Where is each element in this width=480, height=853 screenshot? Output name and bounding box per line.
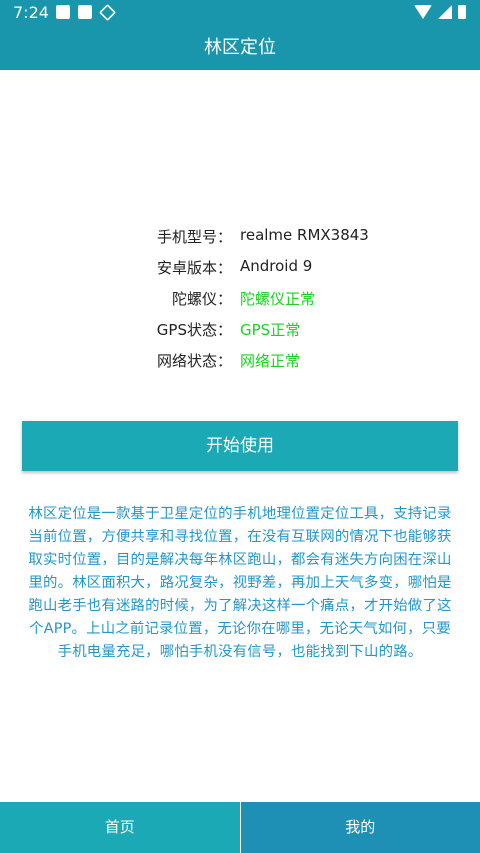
- app-bar: 林区定位: [0, 25, 480, 70]
- system-icons: [414, 5, 466, 19]
- info-row-gyroscope: 陀螺仪： 陀螺仪正常: [0, 282, 480, 313]
- gps-status: GPS正常: [240, 321, 301, 339]
- network-status: 网络正常: [240, 352, 301, 370]
- model-label: 手机型号：: [156, 228, 232, 246]
- wifi-icon: [414, 5, 432, 19]
- tab-home[interactable]: 首页: [0, 802, 241, 853]
- info-row-network: 网络状态： 网络正常: [0, 344, 480, 375]
- gyroscope-status: 陀螺仪正常: [240, 290, 316, 308]
- gyroscope-label: 陀螺仪：: [171, 290, 232, 308]
- cube-icon: [99, 4, 116, 21]
- network-label: 网络状态：: [156, 352, 232, 370]
- image-icon: [56, 5, 70, 19]
- tab-mine[interactable]: 我的: [240, 802, 480, 853]
- signal-icon: [438, 5, 452, 19]
- app-description: 林区定位是一款基于卫星定位的手机地理位置定位工具，支持记录当前位置，方便共享和寻…: [28, 506, 452, 660]
- gps-label: GPS状态：: [156, 321, 232, 339]
- android-version-value: Android 9: [240, 257, 313, 275]
- app-notification-icon: [78, 5, 92, 19]
- android-version-label: 安卓版本：: [156, 259, 232, 277]
- info-row-gps: GPS状态： GPS正常: [0, 313, 480, 344]
- battery-icon: [458, 5, 466, 19]
- page-title: 林区定位: [204, 37, 276, 58]
- notification-icons: [56, 4, 116, 21]
- device-info: 手机型号： realme RMX3843 安卓版本： Android 9 陀螺仪…: [0, 220, 480, 375]
- status-bar: 7:24: [0, 0, 480, 25]
- info-row-model: 手机型号： realme RMX3843: [0, 220, 480, 251]
- status-time: 7:24: [13, 3, 49, 22]
- info-row-android: 安卓版本： Android 9: [0, 251, 480, 282]
- model-value: realme RMX3843: [240, 226, 369, 244]
- start-button[interactable]: 开始使用: [22, 421, 458, 471]
- bottom-nav: 首页 我的: [0, 802, 480, 853]
